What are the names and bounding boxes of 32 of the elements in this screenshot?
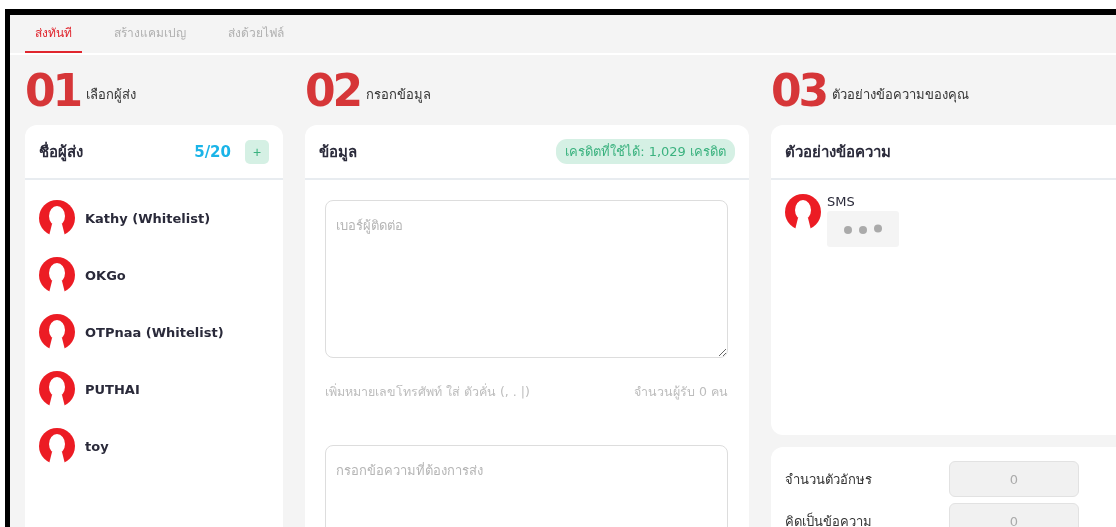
message-field[interactable]: กรอกข้อความที่ต้องการส่ง bbox=[325, 445, 728, 527]
add-button[interactable]: + bbox=[245, 139, 269, 164]
step-number: 01 bbox=[25, 69, 81, 113]
stat-label: คิดเป็นข้อความ bbox=[785, 511, 873, 527]
recipient-count: จำนวนผู้รับ 0 คน bbox=[634, 383, 728, 402]
card-title: ตัวอย่างข้อความ bbox=[785, 141, 892, 163]
phone-field[interactable]: เบอร์ผู้ติดต่อ bbox=[325, 200, 728, 358]
avatar-icon bbox=[785, 194, 821, 230]
sender-name[interactable]: PUTHAI bbox=[85, 381, 140, 397]
tab[interactable]: ส่งทันที bbox=[25, 15, 82, 53]
step-title: เลือกผู้ส่ง bbox=[86, 86, 137, 105]
card-title: ข้อมูล bbox=[319, 141, 358, 164]
step-title: ตัวอย่างข้อความของคุณ bbox=[832, 86, 970, 105]
credit-badge: เครดิตที่ใช้ได้: 1,029 เครดิต bbox=[556, 139, 735, 164]
sender-name[interactable]: OTPnaa (Whitelist) bbox=[85, 324, 224, 340]
avatar-icon bbox=[39, 200, 75, 236]
sender-name[interactable]: toy bbox=[85, 438, 109, 454]
step-number: 02 bbox=[305, 69, 361, 113]
card-title: ชื่อผู้ส่ง bbox=[39, 140, 84, 164]
avatar-icon bbox=[39, 257, 75, 293]
sender-name[interactable]: OKGo bbox=[85, 267, 126, 283]
phone-hint: เพิ่มหมายเลขโทรศัพท์ ใส่ ตัวคั่น (, . |) bbox=[325, 382, 530, 401]
sender-count: 5/20 bbox=[194, 142, 231, 161]
step-number: 03 bbox=[771, 69, 827, 113]
sender-name: SMS bbox=[827, 194, 856, 209]
avatar-icon bbox=[39, 428, 75, 464]
step-title: กรอกข้อมูล bbox=[366, 86, 432, 105]
stat-label: จำนวนตัวอักษร bbox=[785, 470, 873, 489]
avatar-icon bbox=[39, 371, 75, 407]
avatar-icon bbox=[39, 314, 75, 350]
sender-name[interactable]: Kathy (Whitelist) bbox=[85, 210, 211, 226]
typing-dots-icon bbox=[843, 224, 883, 234]
